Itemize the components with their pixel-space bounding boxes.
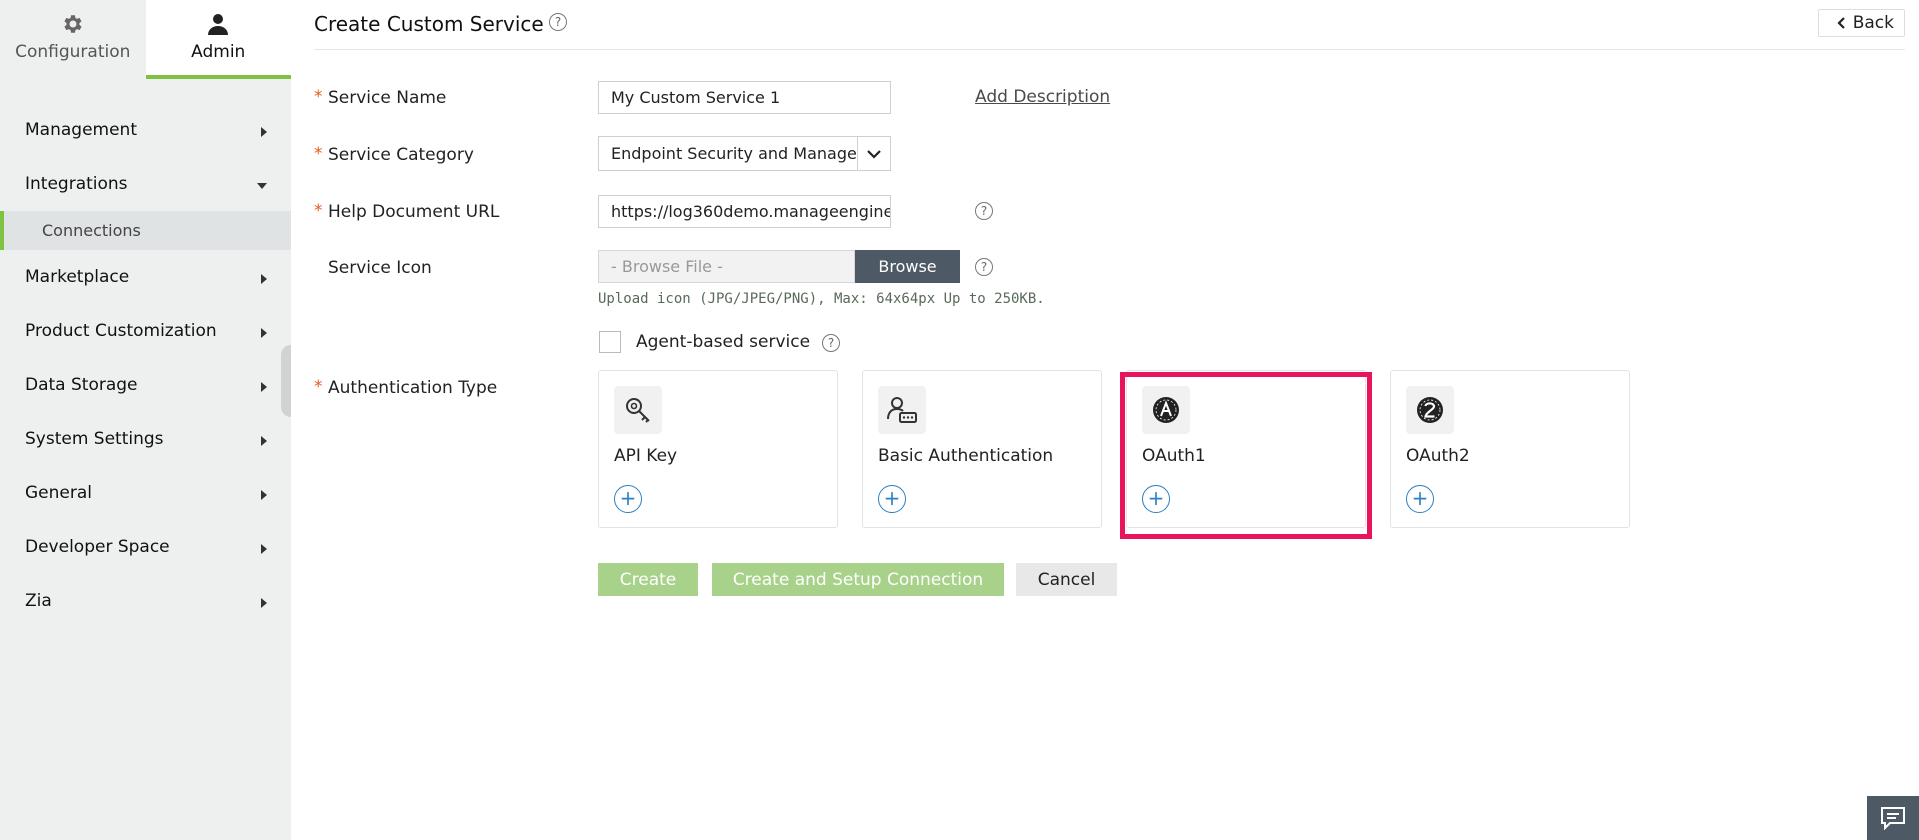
sidebar-item-system-settings[interactable]: System Settings — [0, 412, 291, 466]
auth-type-label-text: Authentication Type — [328, 378, 498, 398]
sidebar-item-label: Data Storage — [25, 375, 138, 395]
basic-auth-icon — [878, 386, 926, 434]
service-category-value: Endpoint Security and Management — [611, 144, 857, 163]
help-url-label-text: Help Document URL — [328, 202, 500, 222]
browse-file-input[interactable]: - Browse File - — [598, 250, 855, 283]
sidebar-item-data-storage[interactable]: Data Storage — [0, 358, 291, 412]
auth-option-label: OAuth1 — [1142, 446, 1206, 466]
auth-option-label: Basic Authentication — [878, 446, 1054, 466]
add-icon[interactable]: + — [878, 485, 906, 513]
auth-option-label: API Key — [614, 446, 678, 466]
cancel-button[interactable]: Cancel — [1016, 563, 1117, 596]
page-title: Create Custom Service — [314, 12, 544, 36]
tab-admin-label: Admin — [191, 42, 246, 62]
sidebar-item-label: Integrations — [25, 174, 128, 194]
chevron-right-icon — [261, 598, 267, 608]
sidebar-item-label: Zia — [25, 591, 52, 611]
sidebar-item-label: Marketplace — [25, 267, 130, 287]
tab-admin[interactable]: Admin — [145, 0, 291, 79]
chevron-down-icon — [257, 183, 267, 189]
sidebar-item-label: System Settings — [25, 429, 164, 449]
auth-option-api-key[interactable]: API Key + — [598, 370, 838, 528]
chevron-right-icon — [261, 328, 267, 338]
sidebar-item-label: Developer Space — [25, 537, 170, 557]
auth-option-label: OAuth2 — [1406, 446, 1470, 466]
help-url-label: * Help Document URL — [314, 201, 500, 222]
help-icon[interactable]: ? — [975, 258, 993, 276]
page-header: Create Custom Service ? Back — [314, 0, 1905, 50]
auth-option-oauth1[interactable]: OAuth1 + — [1126, 370, 1366, 528]
chevron-right-icon — [261, 544, 267, 554]
back-button[interactable]: Back — [1817, 9, 1905, 37]
sidebar-nav: Management Integrations Connections Mark… — [0, 79, 291, 628]
chevron-left-icon — [1837, 17, 1845, 29]
tab-configuration[interactable]: Configuration — [0, 0, 146, 79]
sidebar-subitem-connections[interactable]: Connections — [0, 211, 291, 250]
agent-based-checkbox[interactable] — [599, 331, 621, 353]
chevron-right-icon — [261, 436, 267, 446]
sidebar-item-general[interactable]: General — [0, 466, 291, 520]
sidebar-item-marketplace[interactable]: Marketplace — [0, 250, 291, 304]
sidebar-collapse-handle[interactable] — [281, 345, 291, 417]
browse-button[interactable]: Browse — [855, 250, 960, 283]
required-mark: * — [314, 201, 323, 221]
sidebar-item-zia[interactable]: Zia — [0, 574, 291, 628]
main-content: Create Custom Service ? Back * Service N… — [291, 0, 1919, 840]
help-icon[interactable]: ? — [822, 334, 840, 352]
auth-type-label: * Authentication Type — [314, 377, 498, 398]
service-category-label: * Service Category — [314, 144, 474, 165]
service-icon-label-text: Service Icon — [328, 258, 432, 278]
upload-hint: Upload icon (JPG/JPEG/PNG), Max: 64x64px… — [598, 291, 1045, 307]
chevron-right-icon — [261, 274, 267, 284]
sidebar-item-management[interactable]: Management — [0, 103, 291, 157]
sidebar-item-label: Management — [25, 120, 137, 140]
help-icon[interactable]: ? — [975, 202, 993, 220]
required-mark: * — [314, 377, 323, 397]
sidebar-item-developer-space[interactable]: Developer Space — [0, 520, 291, 574]
service-category-select[interactable]: Endpoint Security and Management — [598, 136, 891, 171]
back-button-label: Back — [1852, 13, 1894, 33]
chevron-right-icon — [261, 127, 267, 137]
add-icon[interactable]: + — [1142, 485, 1170, 513]
service-name-label: * Service Name — [314, 87, 447, 108]
top-tabs: Configuration Admin — [0, 0, 291, 79]
auth-option-oauth2[interactable]: OAuth2 + — [1390, 370, 1630, 528]
add-icon[interactable]: + — [1406, 485, 1434, 513]
add-icon[interactable]: + — [614, 485, 642, 513]
create-and-setup-button[interactable]: Create and Setup Connection — [712, 563, 1004, 596]
help-icon[interactable]: ? — [549, 13, 567, 31]
sidebar-item-integrations[interactable]: Integrations — [0, 157, 291, 211]
agent-based-label: Agent-based service — [636, 332, 811, 352]
service-category-label-text: Service Category — [328, 145, 474, 165]
required-mark: * — [314, 87, 323, 107]
tab-configuration-label: Configuration — [15, 42, 131, 62]
chat-icon — [1881, 807, 1905, 830]
oauth2-icon — [1406, 386, 1454, 434]
chevron-right-icon — [261, 490, 267, 500]
add-description-link[interactable]: Add Description — [975, 87, 1110, 107]
service-icon-label: Service Icon — [328, 258, 432, 278]
required-mark: * — [314, 144, 323, 164]
create-button[interactable]: Create — [598, 563, 698, 596]
chat-button[interactable] — [1867, 796, 1919, 840]
auth-option-basic-auth[interactable]: Basic Authentication + — [862, 370, 1102, 528]
sidebar-item-label: General — [25, 483, 92, 503]
service-name-input[interactable]: My Custom Service 1 — [598, 81, 891, 114]
chevron-right-icon — [261, 382, 267, 392]
oauth1-icon — [1142, 386, 1190, 434]
sidebar: Configuration Admin Management Integrati… — [0, 0, 291, 840]
sidebar-item-label: Product Customization — [25, 321, 217, 341]
gear-icon — [64, 15, 82, 33]
help-url-input[interactable]: https://log360demo.manageengine.com — [598, 195, 891, 228]
service-name-label-text: Service Name — [328, 88, 447, 108]
api-key-icon — [614, 386, 662, 434]
chevron-down-icon — [857, 137, 890, 170]
user-icon — [208, 14, 229, 35]
sidebar-item-product-customization[interactable]: Product Customization — [0, 304, 291, 358]
